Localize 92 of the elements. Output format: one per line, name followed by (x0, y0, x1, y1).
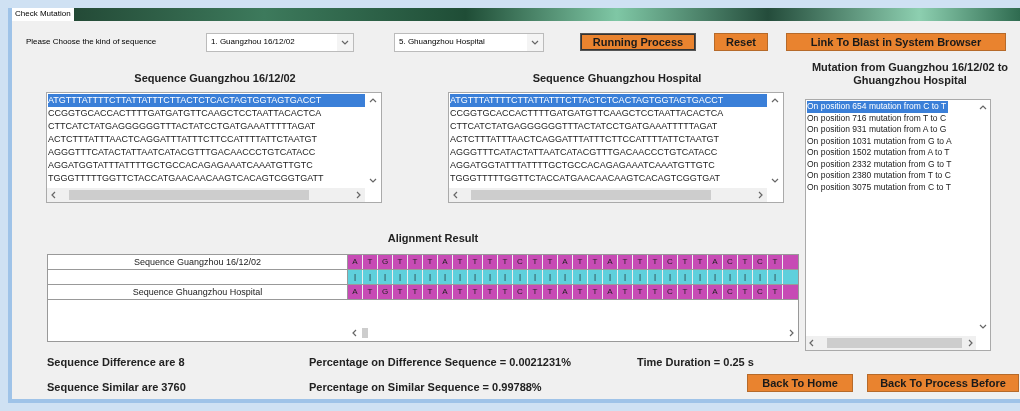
base-cell: T (393, 254, 408, 269)
mutation-item[interactable]: On position 2332 mutation from G to T (807, 158, 954, 170)
mutation-heading: Mutation from Guangzhou 16/12/02 to Ghuangzhou Hospital (810, 61, 1010, 87)
sequence-line[interactable]: CTTCATCTATGAGGGGGGTTTACTATCCTGATGAAATTTTTAGAT (48, 119, 365, 133)
base-cell: T (423, 254, 438, 269)
scroll-left-icon[interactable] (50, 190, 57, 199)
base-cell: T (543, 254, 558, 269)
base-cell: T (483, 254, 498, 269)
sequence-line[interactable]: AGGATGGTATTTATTTTGCTGCCACAGAGAAATCAAATGTTGTC (450, 158, 767, 172)
mutation-item[interactable]: On position 1502 mutation from A to T (807, 147, 952, 159)
base-cell: T (633, 254, 648, 269)
window-title: Check Mutation (12, 8, 74, 21)
sequence-list[interactable] (46, 91, 382, 203)
stat-text: Sequence Similar are 3760 (47, 380, 186, 395)
sequence-heading: Sequence Ghuangzhou Hospital (531, 71, 703, 86)
sequence-line[interactable]: AGGGTTTCATACTATTAATCATACGTTTGACAACCCTGTCATACC (48, 145, 365, 159)
sequence-line[interactable]: TGGGTTTTTGGTTCTACCATGAACAACAAGTCACAGTCGGTGATT (48, 171, 365, 185)
base-cell: T (618, 254, 633, 269)
sequence-list[interactable] (448, 91, 784, 203)
scrollbar-thumb[interactable] (827, 338, 962, 348)
sequence-dropdown[interactable]: 1. Guangzhou 16/12/02 (206, 32, 354, 52)
scroll-right-icon[interactable] (355, 190, 362, 199)
base-cell: A (348, 254, 363, 269)
stat-text: Percentage on Similar Sequence = 0.99788% (309, 380, 542, 395)
mutation-item[interactable]: On position 1031 mutation from G to A (807, 135, 954, 147)
scroll-up-icon[interactable] (369, 96, 377, 104)
scroll-down-icon[interactable] (369, 176, 377, 184)
base-cell: T (453, 254, 468, 269)
sequence-line[interactable]: AGGGTTTCATACTATTAATCATACGTTTGACAACCCTGTCATACC (450, 145, 767, 159)
base-cell: T (468, 254, 483, 269)
base-cell: T (588, 254, 603, 269)
mutation-list[interactable] (805, 99, 991, 351)
base-cell: T (498, 254, 513, 269)
stat-text: Time Duration = 0.25 s (637, 355, 754, 370)
scrollbar-thumb[interactable] (69, 189, 309, 200)
action-button[interactable]: Reset (714, 33, 768, 51)
scroll-right-icon[interactable] (967, 339, 974, 347)
scrollbar-thumb[interactable] (362, 328, 368, 338)
mutation-item[interactable]: On position 654 mutation from C to T (807, 101, 949, 113)
sequence-line[interactable]: CCGGTGCACCACTTTTGATGATGTTCAAGCTCCTAATTACACTCA (450, 106, 767, 120)
scroll-left-icon[interactable] (808, 339, 815, 347)
scroll-up-icon[interactable] (979, 104, 987, 111)
base-cell: T (648, 254, 663, 269)
base-cell: T (738, 254, 753, 269)
scrollbar-thumb[interactable] (471, 189, 711, 200)
base-cell: A (558, 254, 573, 269)
nav-button[interactable]: Back To Home (747, 374, 853, 392)
base-cell (783, 254, 798, 269)
sequence-dropdown[interactable]: 5. Ghuangzhou Hospital (394, 32, 544, 52)
horizontal-scrollbar[interactable] (806, 336, 976, 350)
action-button[interactable]: Link To Blast in System Browser (786, 33, 1006, 51)
base-cell: T (768, 254, 783, 269)
base-cell: A (438, 254, 453, 269)
sequence-heading: Sequence Guangzhou 16/12/02 (133, 71, 297, 86)
sequence-line[interactable]: AGGATGGTATTTATTTTGCTGCCACAGAGAAATCAAATGTTGTC (48, 158, 365, 172)
scroll-down-icon[interactable] (979, 323, 987, 330)
base-cell: C (753, 254, 768, 269)
horizontal-scrollbar[interactable] (449, 187, 767, 202)
action-button[interactable]: Running Process (580, 33, 696, 51)
scroll-left-icon[interactable] (351, 329, 358, 337)
mutation-item[interactable]: On position 2380 mutation from T to C (807, 170, 953, 182)
base-cell: T (573, 254, 588, 269)
base-cell: C (723, 254, 738, 269)
scroll-down-icon[interactable] (771, 176, 779, 184)
nav-button[interactable]: Back To Process Before (867, 374, 1019, 392)
sequence-kind-label: Please Choose the kind of sequence (26, 36, 158, 48)
base-cell: G (378, 254, 393, 269)
stat-text: Sequence Difference are 8 (47, 355, 185, 370)
scroll-right-icon[interactable] (757, 190, 764, 199)
base-cell: T (408, 254, 423, 269)
mutation-item[interactable]: On position 3075 mutation from C to T (807, 181, 953, 193)
scroll-right-icon[interactable] (788, 329, 795, 337)
base-cell: T (528, 254, 543, 269)
base-cell: T (678, 254, 693, 269)
horizontal-scrollbar[interactable] (47, 187, 365, 202)
base-cell: C (663, 254, 678, 269)
stat-text: Percentage on Difference Sequence = 0.0021231% (309, 355, 571, 370)
base-cell: C (513, 254, 528, 269)
base-cell: T (693, 254, 708, 269)
base-cell: A (603, 254, 618, 269)
mutation-item[interactable]: On position 931 mutation from A to G (807, 124, 949, 136)
scroll-left-icon[interactable] (452, 190, 459, 199)
sequence-line[interactable]: ACTCTTTATTTAACTCAGGATTTATTTCTTCCATTTTATTCTAATGT (450, 132, 767, 146)
base-cell: T (363, 254, 378, 269)
scroll-up-icon[interactable] (771, 96, 779, 104)
mutation-item[interactable]: On position 716 mutation from T to C (807, 112, 949, 124)
base-cell: A (708, 254, 723, 269)
sequence-line[interactable]: TGGGTTTTTGGTTCTACCATGAACAACAAGTCACAGTCGGTGAT (450, 171, 767, 185)
alignment-heading: Alignment Result (386, 231, 480, 246)
sequence-line[interactable]: CTTCATCTATGAGGGGGGTTTACTATCCTGATGAAATTTTTAGAT (450, 119, 767, 133)
sequence-line[interactable]: CCGGTGCACCACTTTTGATGATGTTCAAGCTCCTAATTACACTCA (48, 106, 365, 120)
sequence-line[interactable]: ACTCTTTATTTAACTCAGGATTTATTTCTTCCATTTTATTCTAATGT (48, 132, 365, 146)
